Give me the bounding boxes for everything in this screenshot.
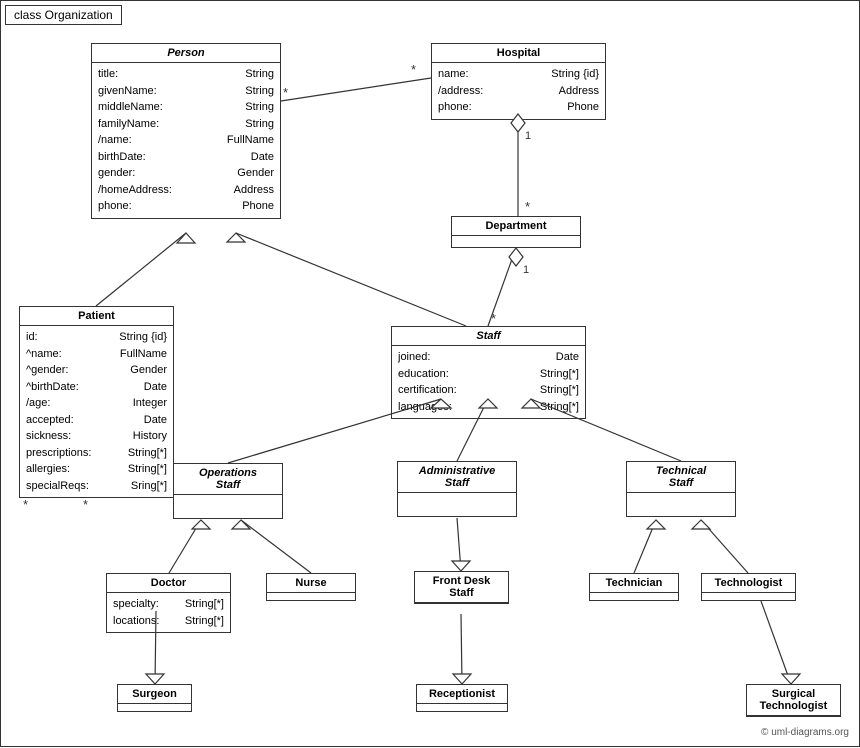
person-box: Person title:String givenName:String mid… bbox=[91, 43, 281, 219]
operations-staff-box: Operations Staff bbox=[173, 463, 283, 519]
surgical-technologist-title: Surgical Technologist bbox=[747, 685, 840, 716]
front-desk-staff-box: Front Desk Staff bbox=[414, 571, 509, 604]
receptionist-title: Receptionist bbox=[417, 685, 507, 704]
staff-title: Staff bbox=[392, 327, 585, 346]
svg-text:1: 1 bbox=[523, 264, 529, 276]
watermark: © uml-diagrams.org bbox=[761, 727, 849, 738]
diagram-title: class Organization bbox=[5, 5, 122, 25]
technologist-title: Technologist bbox=[702, 574, 795, 593]
department-title: Department bbox=[452, 217, 580, 236]
technician-box: Technician bbox=[589, 573, 679, 601]
technologist-box: Technologist bbox=[701, 573, 796, 601]
technical-staff-box: Technical Staff bbox=[626, 461, 736, 517]
patient-title: Patient bbox=[20, 307, 173, 326]
technician-title: Technician bbox=[590, 574, 678, 593]
nurse-title: Nurse bbox=[267, 574, 355, 593]
surgical-technologist-box: Surgical Technologist bbox=[746, 684, 841, 717]
front-desk-staff-title: Front Desk Staff bbox=[415, 572, 508, 603]
svg-text:1: 1 bbox=[525, 130, 531, 142]
operations-staff-title: Operations Staff bbox=[174, 464, 282, 495]
hospital-body: name:String {id} /address:Address phone:… bbox=[432, 63, 605, 119]
svg-text:*: * bbox=[491, 311, 496, 326]
svg-text:*: * bbox=[411, 62, 416, 77]
administrative-staff-box: Administrative Staff bbox=[397, 461, 517, 517]
hospital-box: Hospital name:String {id} /address:Addre… bbox=[431, 43, 606, 120]
doctor-title: Doctor bbox=[107, 574, 230, 593]
staff-box: Staff joined:Date education:String[*] ce… bbox=[391, 326, 586, 419]
receptionist-box: Receptionist bbox=[416, 684, 508, 712]
person-body: title:String givenName:String middleName… bbox=[92, 63, 280, 218]
surgeon-box: Surgeon bbox=[117, 684, 192, 712]
person-title: Person bbox=[92, 44, 280, 63]
svg-text:*: * bbox=[83, 497, 88, 512]
nurse-box: Nurse bbox=[266, 573, 356, 601]
doctor-box: Doctor specialty:String[*] locations:Str… bbox=[106, 573, 231, 633]
svg-text:*: * bbox=[525, 199, 530, 214]
administrative-staff-title: Administrative Staff bbox=[398, 462, 516, 493]
staff-body: joined:Date education:String[*] certific… bbox=[392, 346, 585, 418]
patient-box: Patient id:String {id} ^name:FullName ^g… bbox=[19, 306, 174, 498]
doctor-body: specialty:String[*] locations:String[*] bbox=[107, 593, 230, 632]
patient-body: id:String {id} ^name:FullName ^gender:Ge… bbox=[20, 326, 173, 497]
department-box: Department bbox=[451, 216, 581, 248]
diagram-container: class Organization Person title:String g… bbox=[0, 0, 860, 747]
svg-text:*: * bbox=[283, 85, 288, 100]
svg-text:*: * bbox=[23, 497, 28, 512]
hospital-title: Hospital bbox=[432, 44, 605, 63]
surgeon-title: Surgeon bbox=[118, 685, 191, 704]
technical-staff-title: Technical Staff bbox=[627, 462, 735, 493]
